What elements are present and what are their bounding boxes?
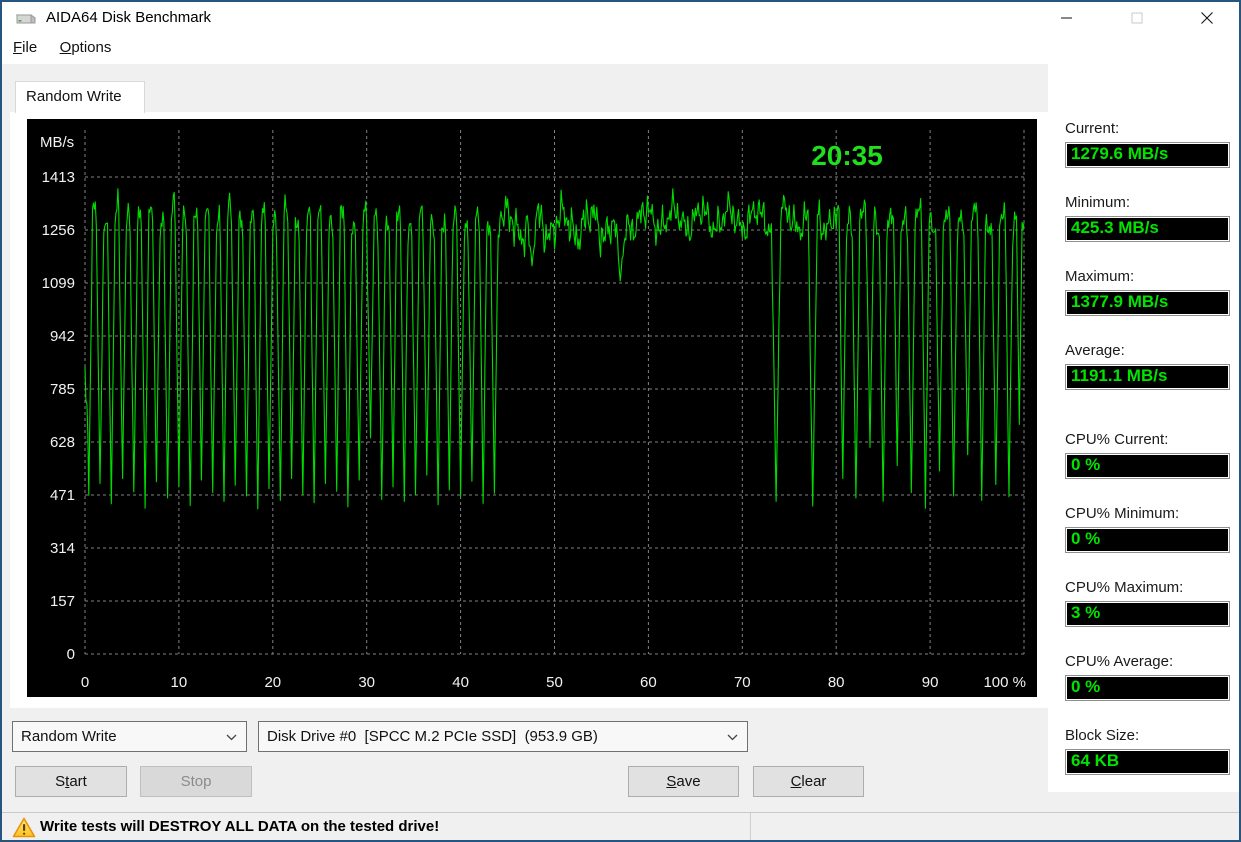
svg-text:0: 0 bbox=[67, 646, 75, 663]
save-button[interactable]: Save bbox=[628, 766, 739, 797]
svg-text:50: 50 bbox=[546, 674, 563, 691]
minimize-button[interactable] bbox=[1044, 3, 1090, 33]
stat-label-minimum: Minimum: bbox=[1065, 194, 1131, 211]
stat-label-cpu-current: CPU% Current: bbox=[1065, 431, 1169, 448]
minimize-icon bbox=[1061, 17, 1072, 19]
warning-icon bbox=[12, 817, 36, 838]
start-button[interactable]: St art bbox=[15, 766, 127, 797]
svg-text:157: 157 bbox=[50, 593, 75, 610]
svg-text:MB/s: MB/s bbox=[40, 134, 74, 151]
stat-label-cpu-minimum: CPU% Minimum: bbox=[1065, 505, 1180, 522]
window-title: AIDA64 Disk Benchmark bbox=[46, 9, 212, 26]
benchmark-chart-svg: MB/s 0 157 314 471 628 785 942 1099 1256 1413 0 10 20… bbox=[40, 130, 1026, 691]
stat-value-block-size: 64 KB bbox=[1065, 749, 1230, 775]
stat-label-block-size: Block Size: bbox=[1065, 727, 1140, 744]
stat-label-average: Average: bbox=[1065, 342, 1125, 359]
menu-options[interactable]: Options bbox=[51, 34, 121, 61]
svg-text:628: 628 bbox=[50, 434, 75, 451]
stat-value-minimum: 425.3 MB/s bbox=[1065, 216, 1230, 242]
svg-text:40: 40 bbox=[452, 674, 469, 691]
stat-value-cpu-current: 0 % bbox=[1065, 453, 1230, 479]
status-bar-divider bbox=[750, 813, 751, 840]
stat-label-maximum: Maximum: bbox=[1065, 268, 1135, 285]
stat-label-current: Current: bbox=[1065, 120, 1120, 137]
svg-text:1413: 1413 bbox=[42, 169, 75, 186]
menu-bar: File Options bbox=[2, 34, 1239, 64]
app-disk-drive-icon bbox=[14, 11, 36, 27]
tab-random-write[interactable]: Random Write bbox=[15, 81, 145, 113]
chevron-down-icon bbox=[727, 734, 738, 741]
close-icon bbox=[1201, 12, 1213, 24]
title-bar: AIDA64 Disk Benchmark bbox=[2, 2, 1239, 34]
stat-label-cpu-average: CPU% Average: bbox=[1065, 653, 1174, 670]
stat-value-cpu-average: 0 % bbox=[1065, 675, 1230, 701]
stop-button: Stop bbox=[140, 766, 252, 797]
tab-strip bbox=[2, 64, 1048, 112]
test-type-value: Random Write bbox=[21, 728, 117, 745]
chevron-down-icon bbox=[226, 734, 237, 741]
app-window: AIDA64 Disk Benchmark File Options Rando… bbox=[0, 0, 1241, 842]
stat-value-maximum: 1377.9 MB/s bbox=[1065, 290, 1230, 316]
svg-text:785: 785 bbox=[50, 381, 75, 398]
svg-text:1256: 1256 bbox=[42, 222, 75, 239]
svg-text:100 %: 100 % bbox=[983, 674, 1026, 691]
svg-text:80: 80 bbox=[828, 674, 845, 691]
svg-text:10: 10 bbox=[171, 674, 188, 691]
stat-value-cpu-minimum: 0 % bbox=[1065, 527, 1230, 553]
menu-file[interactable]: File bbox=[4, 34, 46, 61]
svg-text:471: 471 bbox=[50, 487, 75, 504]
svg-text:30: 30 bbox=[358, 674, 375, 691]
status-warning-text: Write tests will DESTROY ALL DATA on the… bbox=[40, 818, 440, 835]
close-button[interactable] bbox=[1184, 3, 1230, 33]
maximize-button[interactable] bbox=[1114, 3, 1160, 33]
stat-value-current: 1279.6 MB/s bbox=[1065, 142, 1230, 168]
maximize-icon bbox=[1131, 12, 1143, 24]
drive-value: Disk Drive #0 [SPCC M.2 PCIe SSD] (953.9… bbox=[267, 728, 598, 745]
svg-text:0: 0 bbox=[81, 674, 89, 691]
drive-combobox[interactable]: Disk Drive #0 [SPCC M.2 PCIe SSD] (953.9… bbox=[258, 721, 748, 752]
svg-text:60: 60 bbox=[640, 674, 657, 691]
svg-text:1099: 1099 bbox=[42, 275, 75, 292]
clear-button[interactable]: Clear bbox=[753, 766, 864, 797]
svg-text:20: 20 bbox=[264, 674, 281, 691]
svg-text:90: 90 bbox=[922, 674, 939, 691]
stat-label-cpu-maximum: CPU% Maximum: bbox=[1065, 579, 1184, 596]
stat-value-cpu-maximum: 3 % bbox=[1065, 601, 1230, 627]
test-type-combobox[interactable]: Random Write bbox=[12, 721, 247, 752]
svg-text:942: 942 bbox=[50, 328, 75, 345]
svg-text:20:35: 20:35 bbox=[811, 140, 883, 171]
stat-value-average: 1191.1 MB/s bbox=[1065, 364, 1230, 390]
benchmark-chart: MB/s 0 157 314 471 628 785 942 1099 1256 1413 0 10 20… bbox=[27, 119, 1037, 697]
svg-text:70: 70 bbox=[734, 674, 751, 691]
svg-text:314: 314 bbox=[50, 540, 75, 557]
